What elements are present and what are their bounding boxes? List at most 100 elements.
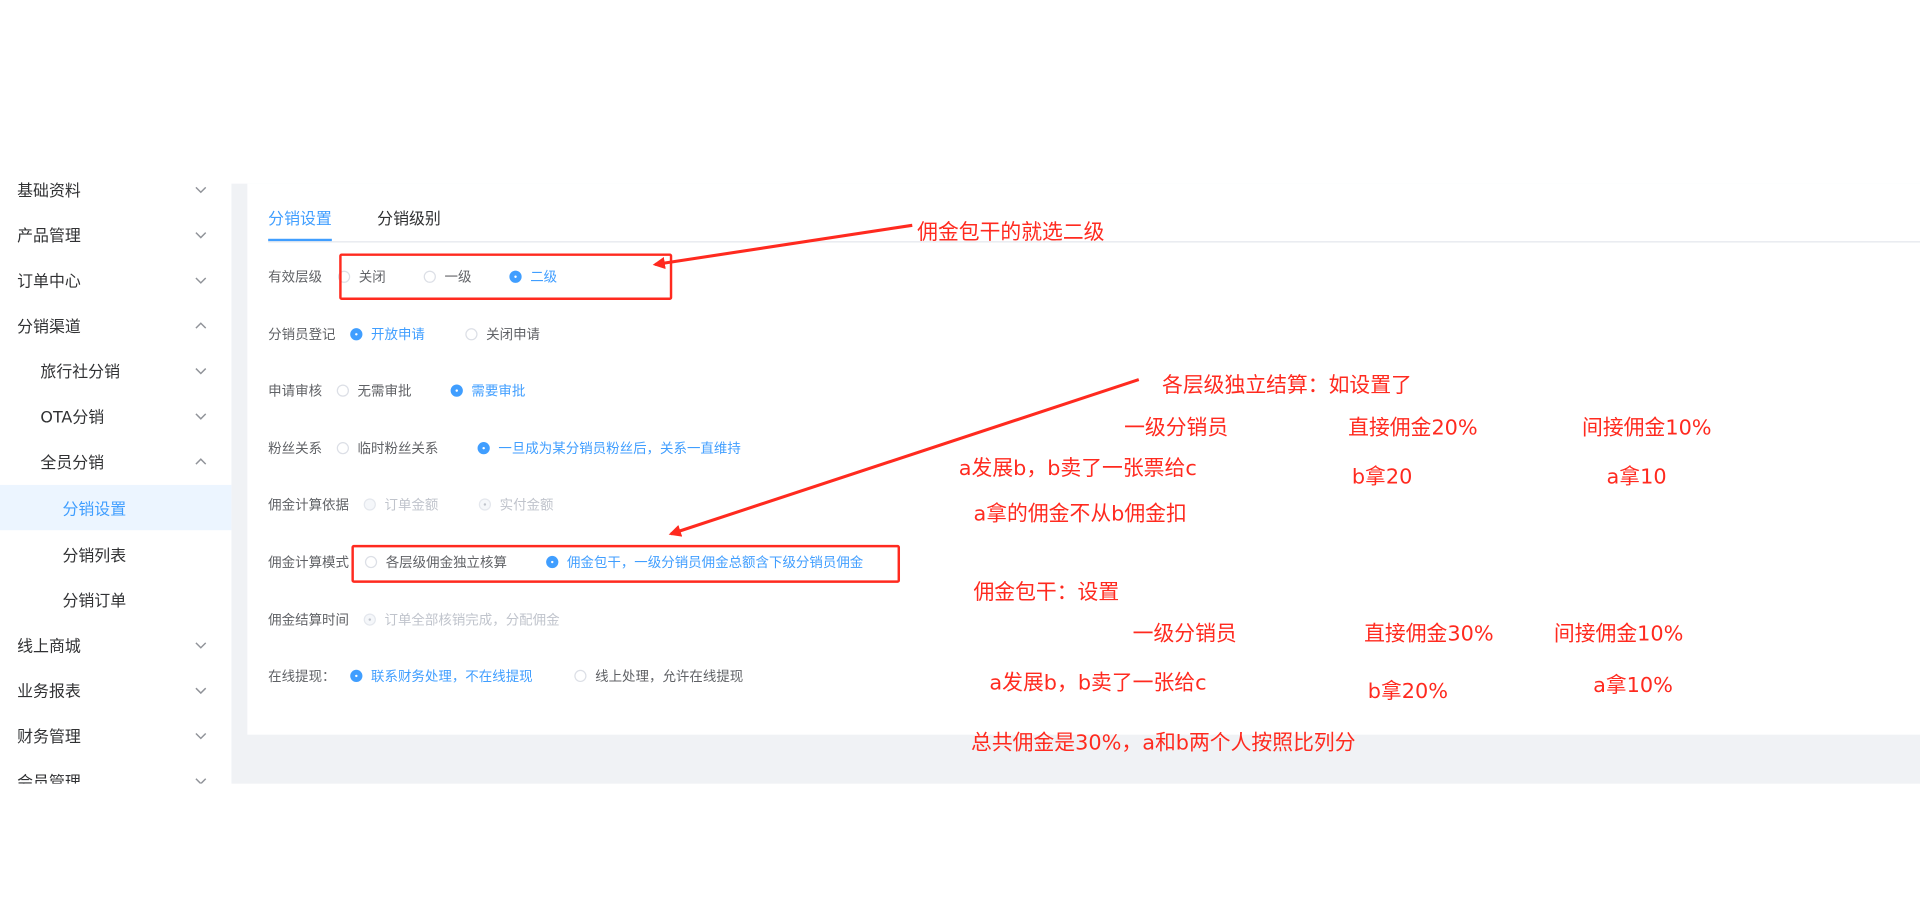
screenshot-stage: 基础资料 产品管理 订单中心 分销渠道 旅行社分销 OTA分销 全员分销 分销设… [0,0,1920,918]
sidebar-item-label: 全员分销 [40,454,105,473]
radio-label: 订单全部核销完成，分配佣金 [384,612,560,629]
sidebar-item-finance[interactable]: 财务管理 [0,713,231,758]
annotation-text: b拿20% [1367,679,1449,705]
radio-label: 开放申请 [371,326,425,343]
radio-open-application[interactable]: 开放申请 [350,324,425,344]
radio-checked-icon [350,328,363,341]
annotation-text: 间接佣金10% [1553,622,1684,647]
sidebar-item-business-reports[interactable]: 业务报表 [0,667,231,712]
form-label: 佣金计算模式 [268,554,349,571]
radio-contact-finance[interactable]: 联系财务处理，不在线提现 [350,666,533,686]
sidebar-item-distribution-list[interactable]: 分销列表 [0,531,231,576]
annotation-text: 佣金包干：设置 [973,580,1120,605]
chevron-up-icon [192,317,209,334]
radio-label: 需要审批 [471,383,526,400]
annotation-text: a发展b，b卖了一张票给c [958,456,1197,482]
sidebar-item-label: 基础资料 [17,182,81,201]
form-label: 申请审核 [268,383,323,400]
sidebar-item-label: 旅行社分销 [40,363,121,383]
sidebar-menu: 基础资料 产品管理 订单中心 分销渠道 旅行社分销 OTA分销 全员分销 分销设… [0,171,232,784]
radio-settle-after-verification[interactable]: 订单全部核销完成，分配佣金 [363,610,560,630]
radio-checked-icon [350,669,363,683]
sidebar-item-label: 财务管理 [17,728,81,747]
radio-order-amount[interactable]: 订单金额 [363,495,439,515]
sidebar-item-travel-agency[interactable]: 旅行社分销 [0,348,231,393]
radio-label: 一旦成为某分销员粉丝后，关系一直维持 [498,440,741,457]
sidebar-item-label: 分销列表 [62,547,127,566]
radio-checked-icon [477,442,490,455]
chevron-down-icon [192,727,209,744]
radio-label: 关闭申请 [486,326,541,343]
sidebar-item-label: 会员管理 [17,773,81,784]
chevron-up-icon [192,452,209,469]
radio-label: 无需审批 [357,383,412,400]
sidebar-item-basic-data[interactable]: 基础资料 [0,171,231,211]
form-label: 粉丝关系 [268,440,323,457]
sidebar-item-distribution-orders[interactable]: 分销订单 [0,577,231,622]
radio-circle-icon [336,442,349,455]
annotation-text: a拿10% [1593,673,1673,698]
form-label: 佣金计算依据 [268,497,349,514]
sidebar-item-distribution-channel[interactable]: 分销渠道 [0,302,231,347]
sidebar-item-label: 分销设置 [62,500,127,520]
sidebar-item-label: 订单中心 [17,273,81,292]
sidebar-item-label: 分销渠道 [17,318,81,337]
sidebar-item-label: OTA分销 [40,408,105,428]
radio-label: 临时粉丝关系 [357,440,439,457]
annotation-text: 一级分销员 [1132,622,1237,647]
sidebar-item-online-mall[interactable]: 线上商城 [0,622,231,667]
radio-need-approval[interactable]: 需要审批 [450,381,526,401]
sidebar-item-members[interactable]: 会员管理 [0,758,231,784]
radio-circle-icon [465,328,478,341]
chevron-down-icon [192,226,209,243]
annotation-text: 间接佣金10% [1582,416,1712,441]
tab-distribution-levels[interactable]: 分销级别 [377,206,441,229]
annotation-text: 直接佣金30% [1364,622,1494,647]
annotation-text: 一级分销员 [1124,416,1229,441]
chevron-down-icon [192,681,209,698]
sidebar-item-label: 业务报表 [17,683,81,702]
chevron-down-icon [192,636,209,653]
sidebar-item-ota[interactable]: OTA分销 [0,393,231,438]
radio-online-withdrawal[interactable]: 线上处理，允许在线提现 [574,666,743,686]
radio-permanent-fan[interactable]: 一旦成为某分销员粉丝后，关系一直维持 [477,438,741,458]
form-label: 在线提现： [268,668,336,685]
annotation-text: 直接佣金20% [1348,416,1478,441]
form-label: 有效层级 [268,269,323,286]
annotation-text: 佣金包干的就选二级 [917,220,1105,245]
chevron-down-icon [192,407,209,424]
form-label: 佣金结算时间 [268,612,349,629]
radio-label: 订单金额 [384,497,439,514]
sidebar-item-label: 分销订单 [62,592,127,612]
annotation-box-commission-mode [351,544,901,583]
radio-temporary-fan[interactable]: 临时粉丝关系 [336,438,439,458]
sidebar-item-order-center[interactable]: 订单中心 [0,257,231,302]
sidebar-item-label: 产品管理 [17,227,81,247]
radio-circle-icon [363,498,376,511]
radio-checked-icon [478,498,492,511]
radio-paid-amount[interactable]: 实付金额 [478,495,554,515]
radio-label: 实付金额 [499,497,554,514]
chevron-down-icon [192,772,209,784]
tab-distribution-settings[interactable]: 分销设置 [268,206,332,229]
sidebar-item-distribution-settings[interactable]: 分销设置 [0,484,232,531]
sidebar-item-label: 线上商城 [17,637,81,657]
chevron-down-icon [192,271,209,288]
radio-circle-icon [336,384,349,397]
annotation-text: a拿10 [1606,465,1667,490]
chevron-down-icon [192,362,209,379]
radio-checked-icon [450,384,463,397]
radio-close-application[interactable]: 关闭申请 [465,324,540,344]
annotation-text: 总共佣金是30%，a和b两个人按照比列分 [971,731,1356,756]
sidebar-item-all-staff[interactable]: 全员分销 [0,438,231,483]
annotation-text: a发展b，b卖了一张给c [989,671,1207,696]
radio-label: 联系财务处理，不在线提现 [371,668,533,685]
annotation-box-level [339,253,673,301]
radio-no-approval[interactable]: 无需审批 [336,381,412,401]
annotation-text: a拿的佣金不从b佣金扣 [973,502,1187,527]
annotation-text: 各层级独立结算：如设置了 [1162,373,1412,398]
sidebar-item-product-management[interactable]: 产品管理 [0,212,231,257]
radio-checked-icon [363,613,376,626]
radio-label: 线上处理，允许在线提现 [595,668,744,685]
radio-circle-icon [574,669,587,683]
